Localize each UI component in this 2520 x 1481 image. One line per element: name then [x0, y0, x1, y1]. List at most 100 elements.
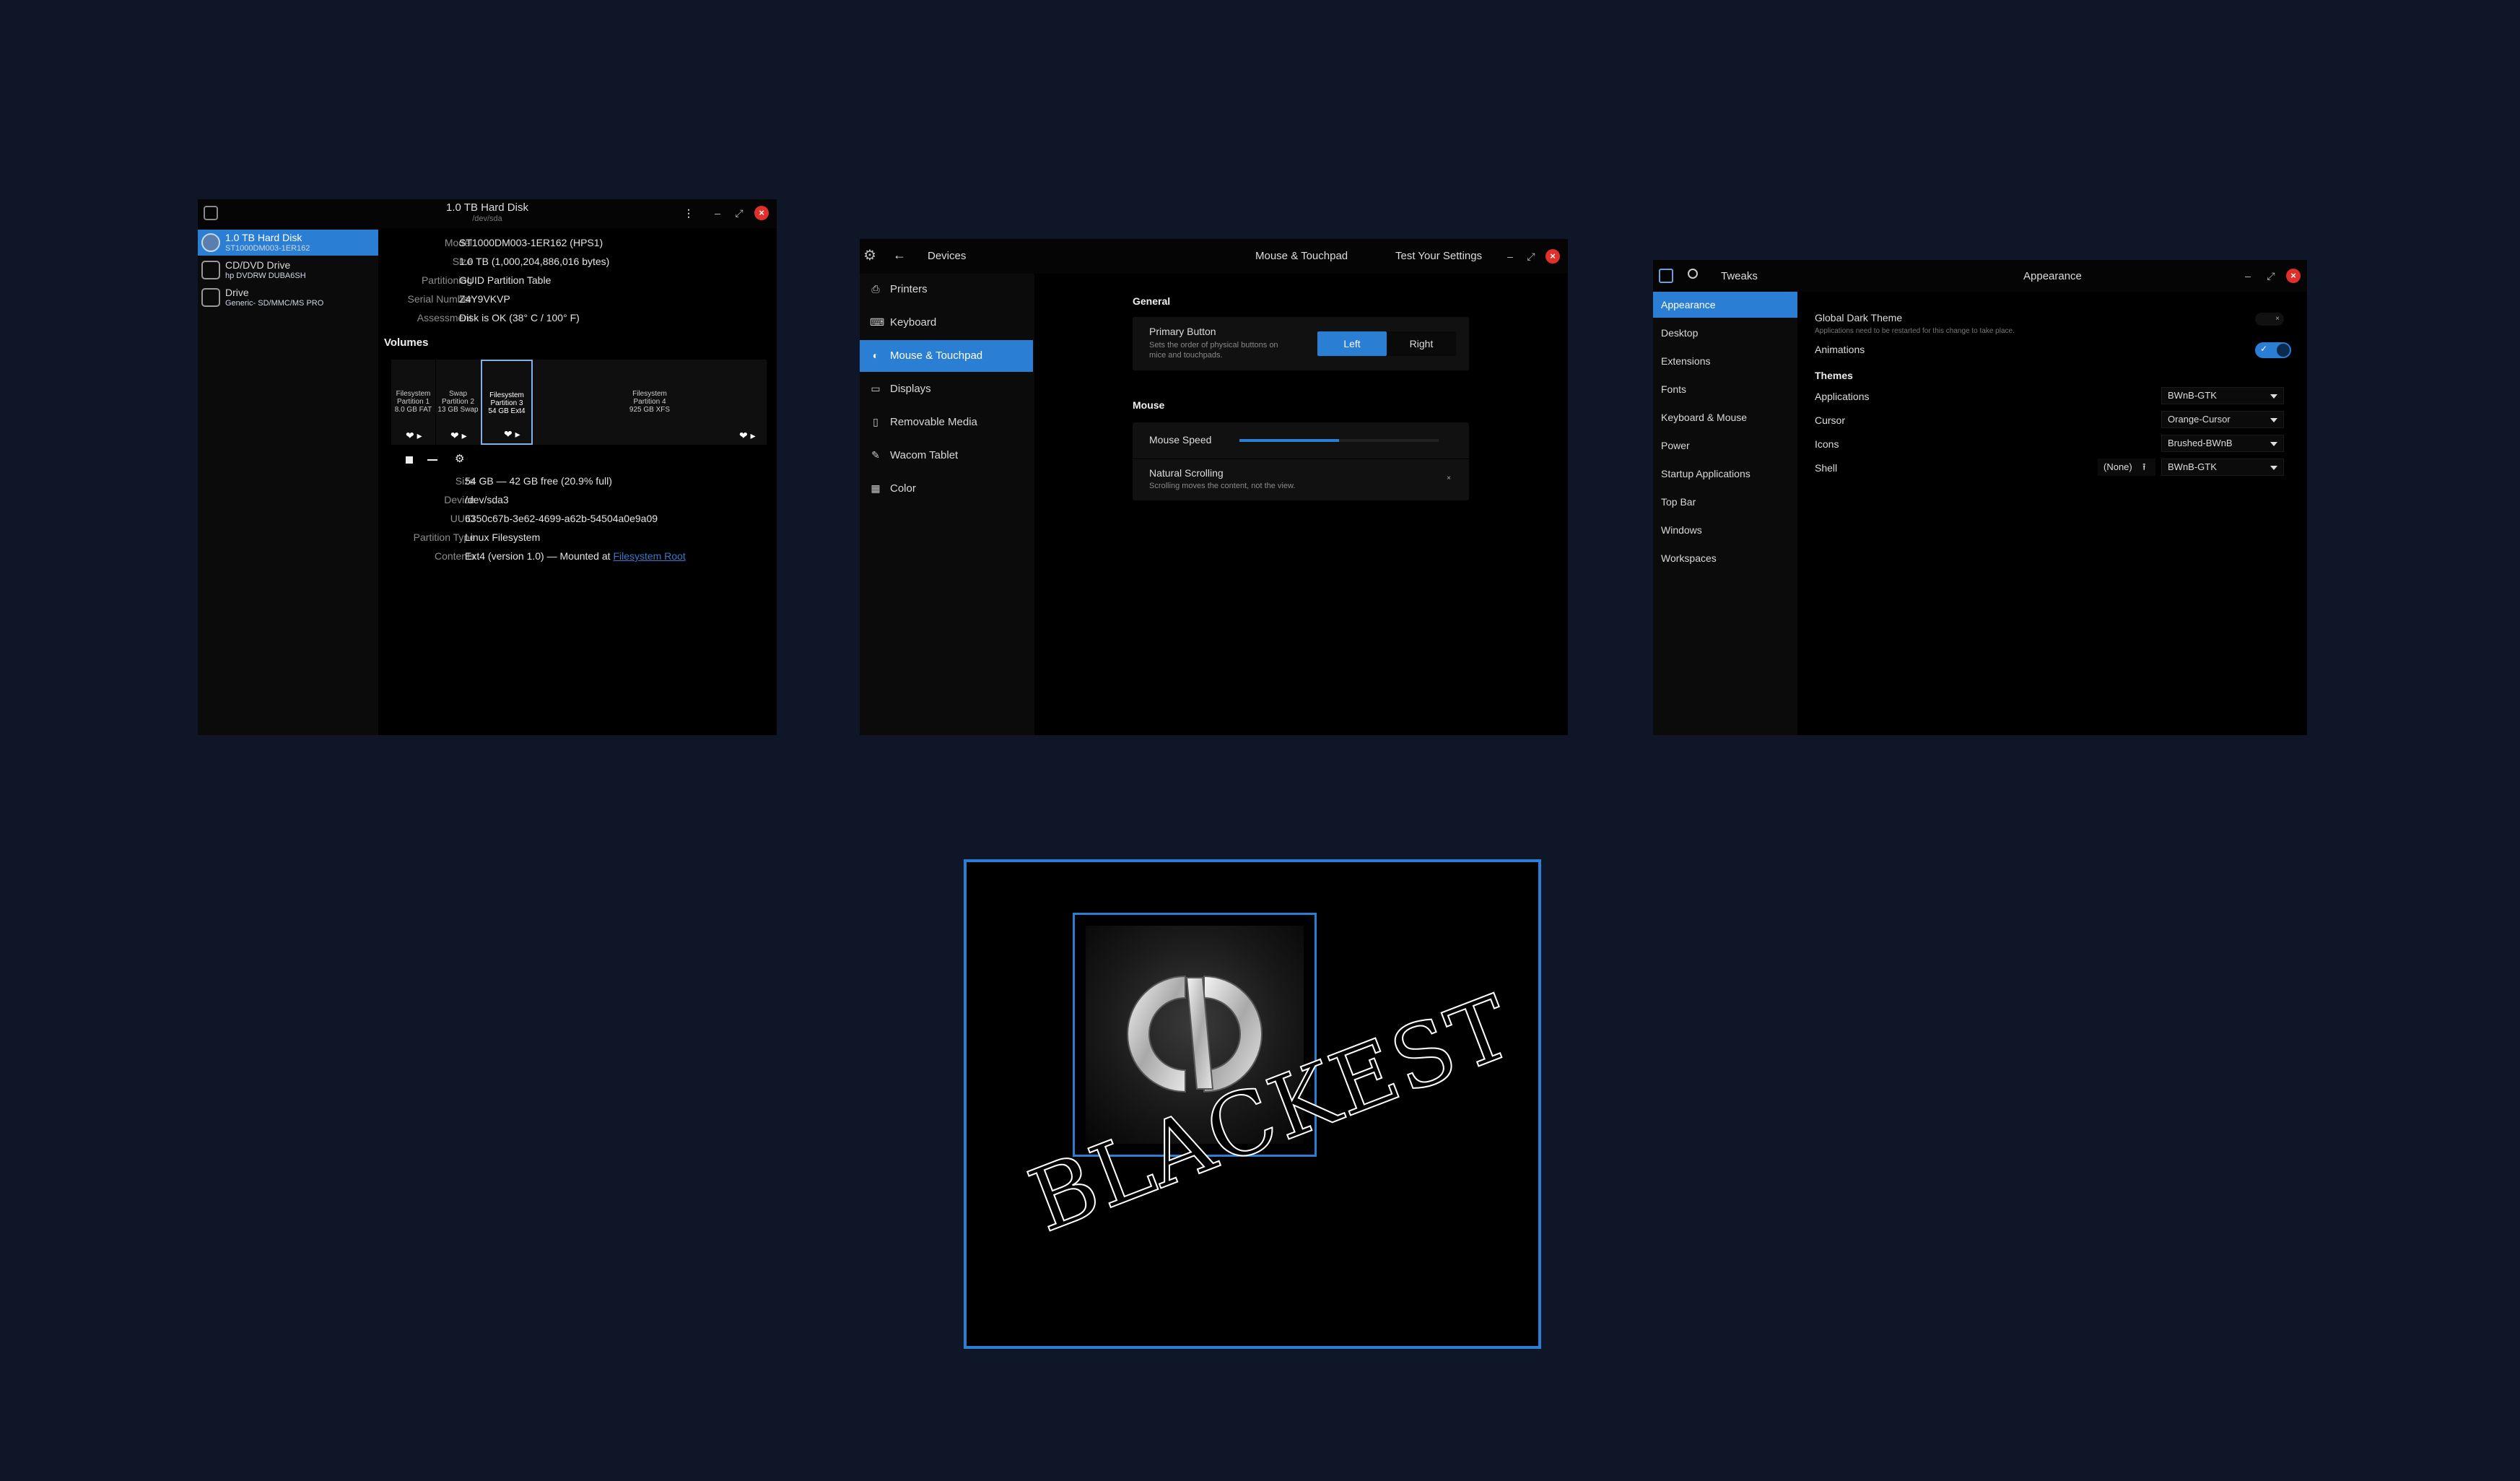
nav-item-startup-applications[interactable]: Startup Applications — [1653, 461, 1797, 487]
settings-gear-icon: ⚙ — [863, 248, 876, 264]
contents-label: Contents — [434, 550, 475, 562]
natural-scrolling-switch[interactable]: × — [1430, 473, 1455, 485]
nav-label: Wacom Tablet — [890, 449, 959, 461]
mouse-speed-slider[interactable] — [1239, 439, 1439, 442]
minimize-icon[interactable]: – — [710, 206, 725, 220]
general-heading: General — [1133, 295, 1171, 307]
mouse-card: Mouse Speed Natural Scrolling Scrolling … — [1133, 422, 1469, 500]
mouse-icon: ◐ — [872, 349, 879, 361]
nav-label: Mouse & Touchpad — [890, 349, 983, 362]
volume-partition-4[interactable]: Filesystem Partition 4 925 GB XFS ❤ ▸ — [533, 360, 767, 445]
filesystem-root-link[interactable]: Filesystem Root — [613, 550, 685, 562]
check-icon: ✓ — [2260, 344, 2268, 354]
partition-size-value: 54 GB — 42 GB free (20.9% full) — [465, 475, 612, 487]
usb-drive-icon — [201, 288, 220, 307]
close-icon[interactable]: × — [754, 206, 769, 220]
tablet-icon: ✎ — [871, 449, 880, 461]
mount-icon: ❤ ▸ — [406, 430, 422, 441]
drive-detail: Generic- SD/MMC/MS PRO — [225, 299, 324, 308]
global-dark-theme-label: Global Dark Theme — [1815, 312, 1903, 323]
delete-partition-icon[interactable] — [427, 459, 437, 461]
animations-switch[interactable]: ✓ — [2255, 342, 2291, 358]
nav-item-appearance[interactable]: Appearance — [1653, 292, 1797, 318]
nav-item-power[interactable]: Power — [1653, 433, 1797, 459]
maximize-icon[interactable]: ⤢ — [732, 206, 746, 220]
nav-item-fonts[interactable]: Fonts — [1653, 376, 1797, 402]
volumes-bar: Filesystem Partition 1 8.0 GB FAT ❤ ▸ Swap… — [391, 360, 767, 445]
chevron-down-icon — [2270, 418, 2277, 422]
minimize-icon[interactable]: – — [2241, 269, 2255, 283]
shell-none-label: (None) — [2103, 461, 2132, 472]
shell-dropdown[interactable]: BWnB-GTK — [2161, 459, 2284, 476]
upload-icon: ⭱ — [2142, 461, 2146, 472]
close-icon[interactable]: × — [1545, 249, 1560, 264]
removable-media-icon: ▯ — [873, 416, 878, 427]
back-arrow-icon[interactable]: ← — [893, 248, 906, 263]
menu-icon[interactable]: ⋮ — [681, 206, 696, 220]
color-icon: ▦ — [871, 482, 881, 494]
volume-type: Filesystem — [396, 390, 431, 398]
close-icon[interactable]: × — [2286, 269, 2301, 283]
volume-partition-3[interactable]: Filesystem Partition 3 54 GB Ext4 ❤ ▸ — [481, 360, 533, 445]
icons-dropdown[interactable]: Brushed-BWnB — [2161, 435, 2284, 452]
settings-gears-icon[interactable]: ⚙ — [455, 452, 464, 465]
nav-item-printers[interactable]: ⎙ Printers — [860, 274, 1033, 305]
contents-value: Ext4 (version 1.0) — Mounted at Filesyst… — [465, 550, 686, 562]
applications-dropdown[interactable]: BWnB-GTK — [2161, 387, 2284, 404]
drive-name: Drive — [225, 287, 249, 298]
global-dark-theme-switch[interactable]: × — [2255, 313, 2284, 326]
stop-icon[interactable] — [406, 456, 413, 464]
volume-partition-1[interactable]: Filesystem Partition 1 8.0 GB FAT ❤ ▸ — [391, 360, 436, 445]
applications-label: Applications — [1815, 391, 1870, 402]
nav-item-top-bar[interactable]: Top Bar — [1653, 489, 1797, 515]
nav-item-mouse-touchpad[interactable]: ◐ Mouse & Touchpad — [860, 340, 1033, 372]
nav-item-wacom-tablet[interactable]: ✎ Wacom Tablet — [860, 440, 1033, 472]
nav-item-keyboard[interactable]: ⌨ Keyboard — [860, 307, 1033, 339]
partition-type-value: Linux Filesystem — [465, 531, 541, 543]
natural-scrolling-desc: Scrolling moves the content, not the vie… — [1149, 482, 1296, 490]
chevron-down-icon — [2270, 466, 2277, 470]
assessment-label: Assessment — [417, 312, 472, 323]
nav-item-extensions[interactable]: Extensions — [1653, 348, 1797, 374]
partition-type-label: Partition Type — [413, 531, 475, 543]
volume-partition-2[interactable]: Swap Partition 2 13 GB Swap ❤ ▸ — [436, 360, 481, 445]
right-button[interactable]: Right — [1387, 331, 1456, 356]
nav-item-desktop[interactable]: Desktop — [1653, 320, 1797, 346]
cursor-dropdown[interactable]: Orange-Cursor — [2161, 411, 2284, 428]
volume-partition: Partition 1 — [396, 398, 430, 406]
page-title: Appearance — [2023, 270, 2082, 282]
mount-icon: ❤ ▸ — [450, 430, 467, 441]
nav-item-windows[interactable]: Windows — [1653, 517, 1797, 543]
test-settings-button[interactable]: Test Your Settings — [1395, 250, 1482, 262]
nav-item-keyboard-mouse[interactable]: Keyboard & Mouse — [1653, 404, 1797, 430]
volume-type: Swap — [448, 390, 467, 398]
nav-item-color[interactable]: ▦ Color — [860, 473, 1033, 505]
nav-label: Printers — [890, 283, 928, 295]
minimize-icon[interactable]: – — [1503, 249, 1517, 264]
drive-list: 1.0 TB Hard Disk ST1000DM003-1ER162 CD/D… — [198, 228, 378, 735]
size-value: 1.0 TB (1,000,204,886,016 bytes) — [459, 256, 610, 267]
page-title: Mouse & Touchpad — [1255, 250, 1348, 262]
shell-none-button[interactable]: (None) ⭱ — [2098, 459, 2155, 476]
left-button[interactable]: Left — [1317, 331, 1387, 356]
search-icon[interactable] — [1688, 269, 1698, 279]
nav-item-workspaces[interactable]: Workspaces — [1653, 545, 1797, 571]
drive-item-usb[interactable]: Drive Generic- SD/MMC/MS PRO — [198, 285, 378, 310]
dropdown-value: BWnB-GTK — [2168, 461, 2217, 472]
settings-sidebar: ⎙ Printers ⌨ Keyboard ◐ Mouse & Touchpad ▭ D… — [860, 274, 1034, 735]
nav-label: Keyboard — [890, 316, 937, 329]
drive-item-optical[interactable]: CD/DVD Drive hp DVDRW DUBA6SH — [198, 257, 378, 283]
nav-item-removable-media[interactable]: ▯ Removable Media — [860, 407, 1033, 438]
maximize-icon[interactable]: ⤢ — [1524, 249, 1538, 264]
serial-value: Z4Y9VKVP — [459, 293, 510, 305]
volume-partition: Partition 3 — [490, 399, 523, 407]
nav-item-displays[interactable]: ▭ Displays — [860, 373, 1033, 405]
drive-detail: ST1000DM003-1ER162 — [225, 244, 310, 253]
nav-label: Removable Media — [890, 416, 977, 428]
device-label: Device — [444, 494, 475, 505]
drive-item-hard-disk[interactable]: 1.0 TB Hard Disk ST1000DM003-1ER162 — [198, 230, 378, 256]
drive-name: CD/DVD Drive — [225, 259, 291, 271]
maximize-icon[interactable]: ⤢ — [2264, 269, 2278, 283]
cursor-label: Cursor — [1815, 414, 1846, 426]
contents-text: Ext4 (version 1.0) — Mounted at — [465, 550, 614, 562]
